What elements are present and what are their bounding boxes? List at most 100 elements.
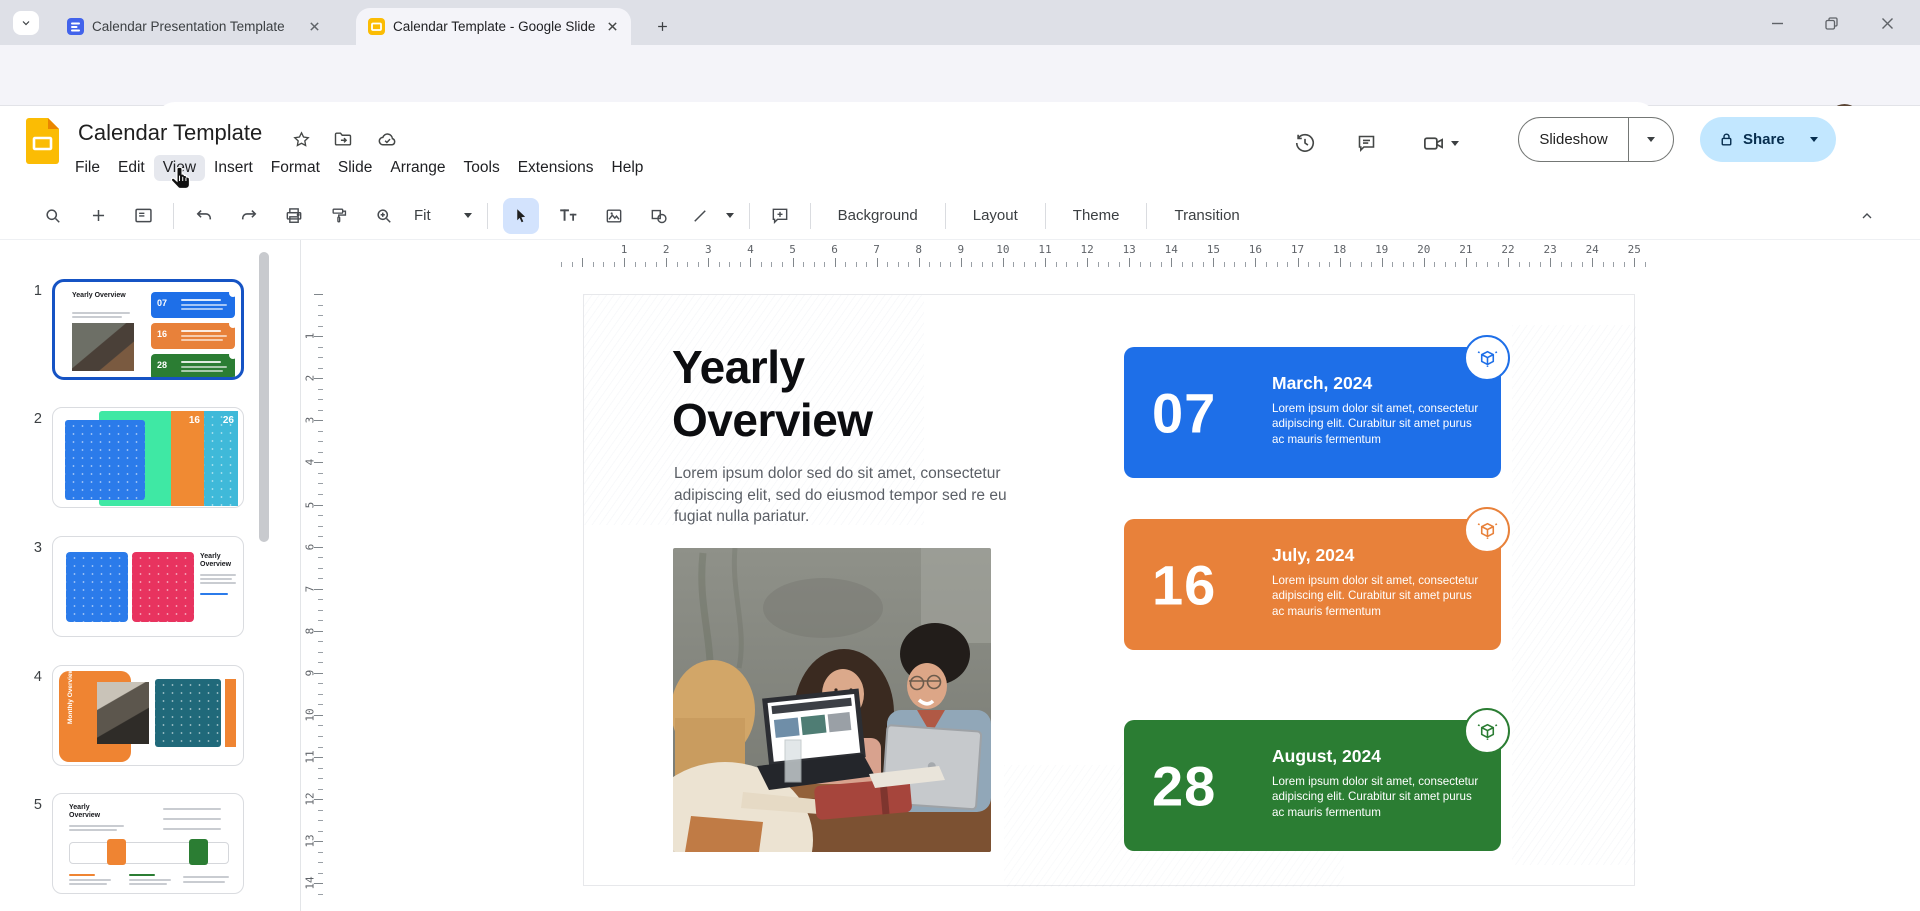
text-box-icon [558, 205, 579, 226]
tab-close-icon[interactable] [603, 18, 621, 36]
slide-thumbnail-2[interactable]: 16 26 [52, 407, 244, 508]
window-minimize-button[interactable] [1762, 10, 1792, 36]
cube-badge-icon [1464, 507, 1510, 553]
insert-line-button[interactable] [689, 201, 711, 231]
menu-item[interactable]: Arrange [381, 155, 454, 181]
paint-format-button[interactable] [324, 201, 354, 231]
account-avatar[interactable] [1854, 118, 1894, 158]
document-title[interactable]: Calendar Template [78, 120, 262, 146]
print-button[interactable] [279, 201, 309, 231]
zoom-button[interactable] [369, 201, 399, 231]
star-document-button[interactable] [288, 126, 314, 152]
thumb-photo [97, 682, 149, 744]
join-call-button[interactable] [1418, 130, 1462, 156]
tab-search-button[interactable] [13, 11, 39, 35]
browser-tab-strip: Calendar Presentation Template Calendar … [0, 0, 1920, 45]
insert-shape-button[interactable] [644, 201, 674, 231]
toolbar-text-button[interactable]: Transition [1162, 201, 1251, 230]
new-slide-button[interactable] [83, 201, 113, 231]
plus-icon [655, 19, 670, 34]
window-restore-button[interactable] [1816, 10, 1846, 36]
slide-thumbnail-5[interactable]: Yearly Overview [52, 793, 244, 894]
chevron-down-icon[interactable] [726, 213, 734, 218]
window-close-button[interactable] [1872, 10, 1902, 36]
card-body: Lorem ipsum dolor sit amet, consectetur … [1272, 774, 1480, 820]
history-icon [1294, 132, 1316, 154]
collapse-toolbar-button[interactable] [1852, 201, 1882, 231]
tab-close-icon[interactable] [305, 18, 323, 36]
browser-tab-active[interactable]: Calendar Template - Google Slides [356, 8, 631, 45]
share-button[interactable]: Share [1700, 117, 1836, 162]
zoom-fit-select[interactable]: Fit [414, 207, 431, 224]
menu-item[interactable]: File [66, 155, 109, 181]
slide-filmstrip: 1 2 3 4 5 Yearly Overview 07 16 28 16 26… [0, 240, 300, 911]
image-icon [604, 206, 624, 226]
share-label: Share [1743, 131, 1785, 148]
menu-bar: File Edit View Insert Format Slide Arran… [66, 155, 652, 181]
toolbar-divider [810, 203, 811, 229]
new-slide-layout-button[interactable] [128, 201, 158, 231]
chevron-down-icon[interactable] [464, 213, 472, 218]
browser-tab-inactive[interactable]: Calendar Presentation Template [55, 8, 335, 45]
slide-body-text[interactable]: Lorem ipsum dolor sed do sit amet, conse… [674, 463, 1026, 528]
slide-photo[interactable] [673, 548, 991, 852]
share-dropdown[interactable] [1793, 137, 1836, 142]
add-comment-icon [770, 206, 790, 226]
slide-title[interactable]: Yearly Overview [672, 341, 873, 447]
toolbar-text-button[interactable]: Theme [1061, 201, 1132, 230]
date-card[interactable]: 16 July, 2024 Lorem ipsum dolor sit amet… [1124, 519, 1501, 650]
card-day: 28 [1152, 753, 1216, 818]
text-box-button[interactable] [554, 201, 584, 231]
menu-item[interactable]: Tools [455, 155, 509, 181]
slide-number: 1 [24, 283, 42, 299]
search-menus-button[interactable] [38, 201, 68, 231]
toolbar-text-button[interactable]: Layout [961, 201, 1030, 230]
redo-button[interactable] [234, 201, 264, 231]
version-history-button[interactable] [1292, 130, 1318, 156]
google-slides-logo[interactable] [26, 118, 59, 164]
minimize-icon [1771, 17, 1784, 30]
menu-item[interactable]: Slide [329, 155, 381, 181]
filmstrip-scrollbar[interactable] [259, 252, 269, 542]
slide-thumbnail-1[interactable]: Yearly Overview 07 16 28 [52, 279, 244, 380]
insert-comment-button[interactable] [765, 201, 795, 231]
paint-roller-icon [330, 206, 349, 225]
slideshow-button[interactable]: Slideshow [1518, 117, 1674, 162]
card-body: Lorem ipsum dolor sit amet, consectetur … [1272, 573, 1480, 619]
plus-icon [89, 206, 108, 225]
slide-layout-icon [133, 205, 154, 226]
comments-button[interactable] [1353, 130, 1379, 156]
slide-thumbnail-4[interactable]: Monthly Overview [52, 665, 244, 766]
menu-item[interactable]: Help [603, 155, 653, 181]
date-card[interactable]: 28 August, 2024 Lorem ipsum dolor sit am… [1124, 720, 1501, 851]
move-to-folder-button[interactable] [330, 126, 356, 152]
menu-item[interactable]: Extensions [509, 155, 603, 181]
star-icon [292, 130, 311, 149]
slide-number: 5 [24, 797, 42, 813]
card-day: 07 [1152, 380, 1216, 445]
cube-badge-icon [1464, 708, 1510, 754]
select-tool-button[interactable] [503, 198, 539, 234]
google-slides-favicon [368, 18, 385, 35]
slide-number: 4 [24, 669, 42, 685]
close-icon [1881, 17, 1894, 30]
slideshow-dropdown[interactable] [1629, 137, 1673, 142]
slide-thumbnail-3[interactable]: Yearly Overview [52, 536, 244, 637]
new-tab-button[interactable] [648, 12, 676, 40]
menu-item[interactable]: Edit [109, 155, 154, 181]
document-status-button[interactable] [374, 126, 400, 152]
toolbar-divider [749, 203, 750, 229]
restore-icon [1825, 17, 1838, 30]
undo-button[interactable] [189, 201, 219, 231]
menu-item[interactable]: Insert [205, 155, 262, 181]
card-month: July, 2024 [1272, 545, 1354, 566]
card-month: March, 2024 [1272, 373, 1372, 394]
slide-number: 3 [24, 540, 42, 556]
toolbar-text-button[interactable]: Background [826, 201, 930, 230]
menu-item[interactable]: Format [262, 155, 329, 181]
browser-toolbar: docs.google.com/presentation/d/13FEEhkZn… [0, 45, 1920, 106]
date-card[interactable]: 07 March, 2024 Lorem ipsum dolor sit ame… [1124, 347, 1501, 478]
insert-image-button[interactable] [599, 201, 629, 231]
toolbar-divider [173, 203, 174, 229]
slide-page[interactable]: Yearly Overview Lorem ipsum dolor sed do… [583, 294, 1635, 886]
